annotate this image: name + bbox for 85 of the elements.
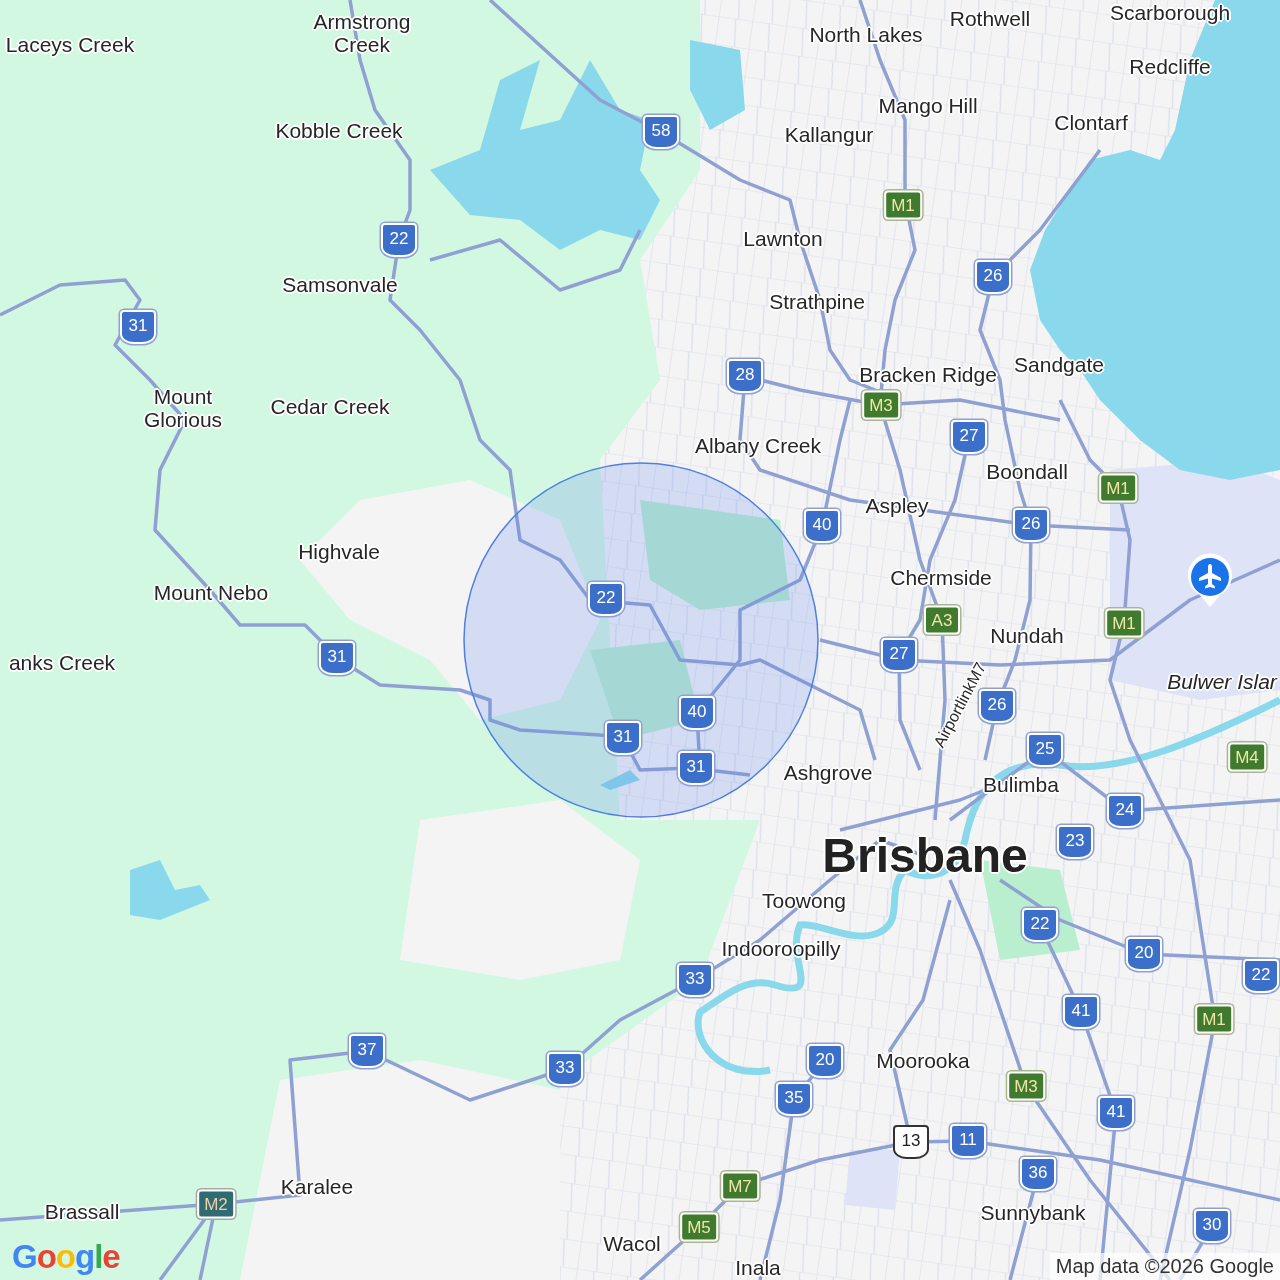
route-shield: M5 — [680, 1212, 718, 1242]
route-shield: M4 — [1228, 742, 1266, 772]
route-shield: M7 — [721, 1171, 759, 1201]
route-shield: 40 — [804, 509, 840, 543]
place-label: Kallangur — [784, 123, 874, 147]
place-label: Brassall — [44, 1200, 120, 1224]
route-shield: 35 — [776, 1082, 812, 1116]
place-label: Sandgate — [1014, 353, 1104, 377]
place-label: North Lakes — [809, 23, 923, 47]
route-shield: 22 — [588, 582, 624, 616]
route-shield: 27 — [881, 638, 917, 672]
place-label: Scarborough — [1109, 1, 1231, 25]
route-shield: 20 — [1126, 937, 1162, 971]
place-label: Clontarf — [1054, 111, 1128, 135]
route-shield: 22 — [1022, 908, 1058, 942]
route-shield: 37 — [349, 1034, 385, 1068]
route-shield: M1 — [884, 190, 922, 220]
route-shield: 24 — [1107, 794, 1143, 828]
place-label: Mango Hill — [878, 94, 978, 118]
route-shield: M3 — [1007, 1071, 1045, 1101]
route-shield: 40 — [679, 696, 715, 730]
place-label: Lawnton — [743, 227, 823, 251]
route-shield: 31 — [120, 310, 156, 344]
place-label: anks Creek — [8, 651, 116, 675]
route-shield: 22 — [381, 223, 417, 257]
place-label: Nundah — [990, 624, 1064, 648]
place-label: Armstrong Creek — [312, 9, 412, 57]
route-shield: 23 — [1057, 825, 1093, 859]
industrial-area — [845, 1150, 900, 1210]
place-label: Redcliffe — [1129, 55, 1211, 79]
map-attribution: Map data ©2026 Google — [1049, 1253, 1280, 1280]
place-label: Karalee — [280, 1175, 354, 1199]
route-shield: 31 — [605, 721, 641, 755]
route-shield: M2 — [197, 1189, 235, 1219]
route-shield: M1 — [1105, 608, 1143, 638]
place-label: Mount Glorious — [142, 384, 224, 432]
route-shield: 30 — [1194, 1209, 1230, 1243]
place-label: Laceys Creek — [5, 33, 135, 57]
place-label: Strathpine — [769, 290, 865, 314]
place-label: Sunnybank — [980, 1201, 1086, 1225]
place-label: Moorooka — [876, 1049, 970, 1073]
route-shield: 22 — [1243, 959, 1279, 993]
route-shield: M3 — [862, 390, 900, 420]
route-shield: 20 — [807, 1044, 843, 1078]
route-shield: M1 — [1099, 473, 1137, 503]
place-label: Chermside — [890, 566, 992, 590]
google-logo: Google — [12, 1240, 120, 1273]
place-label: Toowong — [761, 889, 847, 913]
place-label: Kobble Creek — [275, 119, 403, 143]
route-shield: 26 — [975, 260, 1011, 294]
route-shield: 58 — [643, 115, 679, 149]
route-shield: 31 — [678, 751, 714, 785]
route-shield: 11 — [950, 1124, 986, 1158]
place-label: Indooroopilly — [721, 937, 841, 961]
place-label: Boondall — [986, 460, 1068, 484]
place-label: Cedar Creek — [270, 395, 390, 419]
place-label: Bulimba — [983, 773, 1059, 797]
route-shield: 33 — [547, 1052, 583, 1086]
place-label: Rothwell — [949, 7, 1031, 31]
place-label: Bracken Ridge — [859, 363, 997, 387]
route-shield: 26 — [979, 689, 1015, 723]
route-shield: M1 — [1195, 1004, 1233, 1034]
place-label: Samsonvale — [282, 273, 398, 297]
place-label: Inala — [735, 1256, 781, 1280]
route-shield: 41 — [1063, 995, 1099, 1029]
place-label: Aspley — [865, 494, 929, 518]
route-shield: 31 — [319, 641, 355, 675]
place-label: Mount Nebo — [153, 581, 269, 605]
route-shield: 25 — [1027, 733, 1063, 767]
airport-pin-icon[interactable] — [1186, 553, 1234, 609]
route-shield: 27 — [951, 420, 987, 454]
place-label: Ashgrove — [783, 761, 873, 785]
lake-water — [600, 770, 640, 790]
city-label: Brisbane — [822, 829, 1028, 883]
route-shield: A3 — [924, 605, 960, 635]
route-shield: 26 — [1013, 508, 1049, 542]
route-shield: 41 — [1098, 1096, 1134, 1130]
place-label: Wacol — [603, 1232, 661, 1256]
place-label: Bulwer Islar — [1167, 670, 1277, 694]
route-shield: 36 — [1020, 1157, 1056, 1191]
place-label: Highvale — [298, 540, 380, 564]
route-shield: 13 — [893, 1125, 929, 1159]
place-label: Albany Creek — [694, 434, 822, 458]
route-shield: 28 — [727, 359, 763, 393]
route-shield: 33 — [677, 963, 713, 997]
